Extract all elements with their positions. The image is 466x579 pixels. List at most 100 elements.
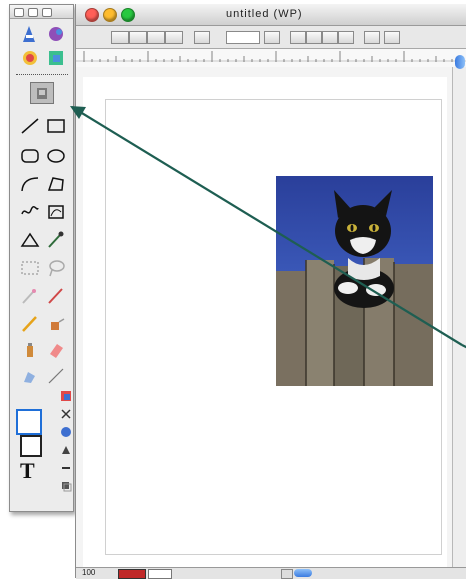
rounded-rectangle-tool[interactable] <box>18 145 42 167</box>
dash-tool[interactable] <box>59 461 73 475</box>
pattern-tool[interactable] <box>59 389 73 403</box>
pointer-icon <box>23 26 35 42</box>
scroll-thumb[interactable] <box>455 55 465 69</box>
polygon-tool[interactable] <box>44 173 68 195</box>
picture-icon <box>49 51 63 65</box>
paintbrush-tool[interactable] <box>18 313 42 335</box>
cat-picture[interactable] <box>276 176 433 386</box>
fill-tool[interactable] <box>44 313 68 335</box>
paintbrush-icon <box>22 316 37 332</box>
eyedropper-tool[interactable] <box>44 229 68 251</box>
triangle-tool[interactable] <box>18 229 42 251</box>
align-left-button[interactable] <box>111 31 129 44</box>
pencil-tool[interactable] <box>44 285 68 307</box>
columns-button[interactable] <box>364 31 380 44</box>
triangle-icon <box>20 232 40 247</box>
close-button[interactable] <box>85 8 99 22</box>
selection-tool[interactable] <box>18 257 42 279</box>
window-titlebar[interactable]: untitled (WP) <box>76 4 466 26</box>
pencil-icon <box>48 288 63 304</box>
arrowhead-tool[interactable] <box>59 443 73 457</box>
rounded-rectangle-icon <box>21 149 39 163</box>
magic-wand-icon <box>22 289 36 304</box>
paint-bucket-icon <box>49 27 63 41</box>
spray-icon <box>51 318 65 330</box>
shadow-tool[interactable] <box>59 479 73 493</box>
arrowhead-icon <box>62 446 70 454</box>
cross-icon <box>61 409 71 419</box>
lasso-icon <box>49 260 65 277</box>
text-tool[interactable]: T <box>20 459 40 483</box>
line-width-tool[interactable] <box>44 365 68 387</box>
bezier-icon <box>48 205 64 219</box>
horizontal-scroll-thumb[interactable] <box>294 569 312 577</box>
rectangle-icon <box>47 119 65 133</box>
minimize-button[interactable] <box>103 8 117 22</box>
align-right-button[interactable] <box>147 31 165 44</box>
horizontal-ruler[interactable] <box>76 49 466 68</box>
foreground-color-swatch[interactable] <box>16 409 42 435</box>
spacing-button[interactable] <box>194 31 210 44</box>
stamp-icon <box>37 88 47 99</box>
lasso-tool[interactable] <box>44 257 68 279</box>
palette-zoom-button[interactable] <box>42 8 52 17</box>
spray-can-icon <box>27 343 33 357</box>
zoom-level[interactable]: 100 <box>82 568 95 577</box>
freehand-icon <box>21 206 39 215</box>
pointer-tool[interactable] <box>18 23 42 45</box>
smudge-icon <box>24 372 35 383</box>
bezier-tool[interactable] <box>44 201 68 223</box>
gradient-icon <box>61 427 71 437</box>
rectangle-tool[interactable] <box>44 115 68 137</box>
text-t-icon: T <box>20 458 35 483</box>
smudge-tool[interactable] <box>18 365 42 387</box>
tab-left-button[interactable] <box>290 31 306 44</box>
marquee-icon <box>21 261 39 275</box>
eyedropper-icon <box>48 231 64 248</box>
gradient-tool[interactable] <box>59 425 73 439</box>
picture-tool[interactable] <box>44 47 68 69</box>
ruler-ticks <box>76 51 466 62</box>
tab-right-button[interactable] <box>322 31 338 44</box>
palette-collapse-button[interactable] <box>28 8 38 17</box>
window-title: untitled (WP) <box>226 8 303 20</box>
cross-tool[interactable] <box>59 407 73 421</box>
shadow-icon <box>62 482 72 492</box>
arc-tool[interactable] <box>18 173 42 195</box>
oval-icon <box>47 149 65 163</box>
tab-decimal-button[interactable] <box>338 31 354 44</box>
font-size-field[interactable] <box>226 31 260 44</box>
spray-tool[interactable] <box>18 339 42 361</box>
palette-titlebar[interactable] <box>10 5 73 19</box>
palette-divider <box>16 74 68 75</box>
status-bar: 100 <box>76 567 466 579</box>
background-color-swatch[interactable] <box>20 435 42 457</box>
oval-tool[interactable] <box>44 145 68 167</box>
ruler-toolbar <box>76 26 466 49</box>
wrap-icon <box>23 51 37 65</box>
freehand-tool[interactable] <box>18 201 42 223</box>
zoom-button[interactable] <box>121 8 135 22</box>
justify-button[interactable] <box>165 31 183 44</box>
wand-tool[interactable] <box>18 285 42 307</box>
eraser-tool[interactable] <box>44 339 68 361</box>
page-setup-button[interactable] <box>384 31 400 44</box>
tool-palette: T <box>9 4 74 512</box>
color-tool[interactable] <box>44 23 68 45</box>
diagonal-line-icon <box>48 368 64 384</box>
cat-on-fence-image <box>276 176 433 386</box>
arc-icon <box>21 177 39 192</box>
palette-close-button[interactable] <box>14 8 24 17</box>
eraser-icon <box>50 344 63 358</box>
vertical-scrollbar[interactable] <box>452 55 466 567</box>
line-icon <box>21 118 39 134</box>
polygon-icon <box>47 177 64 191</box>
dash-icon <box>62 467 70 469</box>
tab-center-button[interactable] <box>306 31 322 44</box>
text-wrap-tool[interactable] <box>18 47 42 69</box>
pattern-icon <box>61 391 71 401</box>
line-tool[interactable] <box>18 115 42 137</box>
align-center-button[interactable] <box>129 31 147 44</box>
line-spacing-button[interactable] <box>264 31 280 44</box>
stamp-tool[interactable] <box>30 82 54 104</box>
